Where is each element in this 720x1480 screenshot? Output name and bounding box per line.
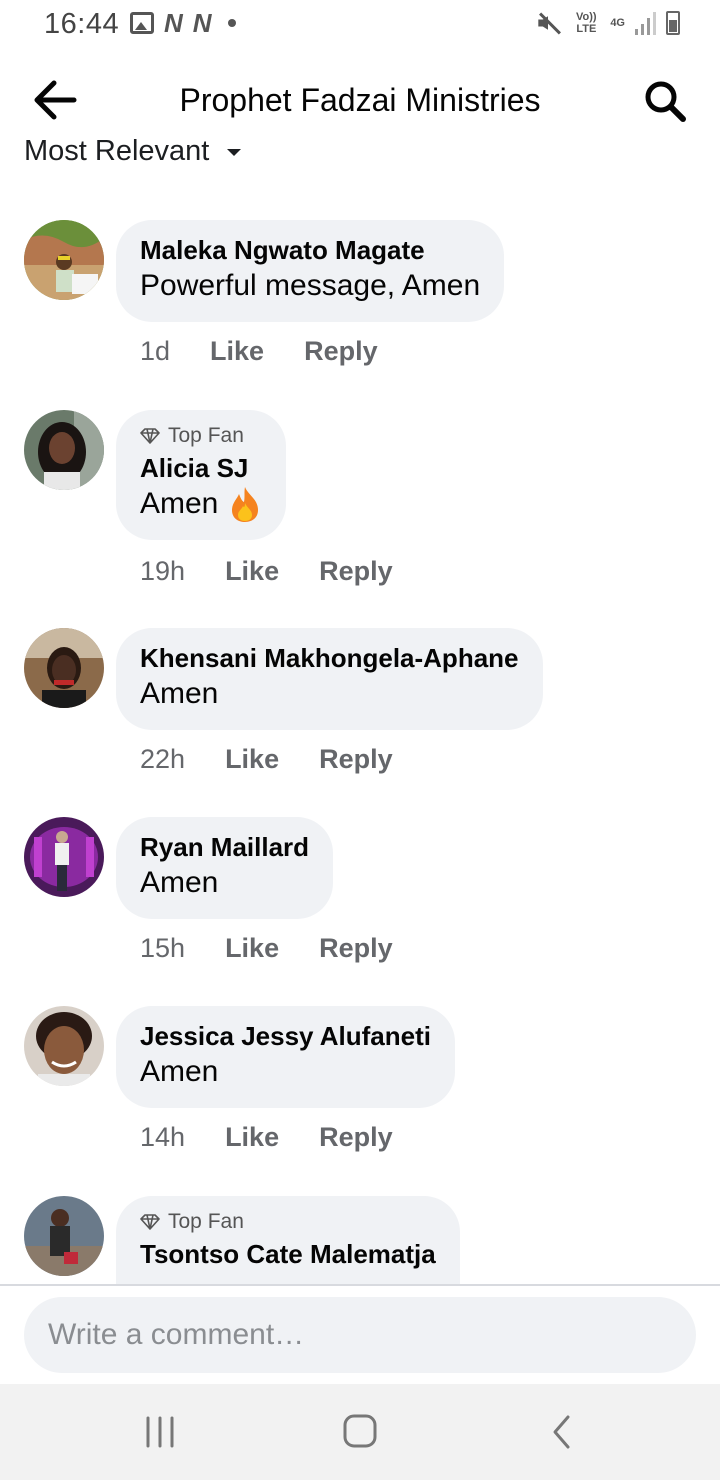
- avatar[interactable]: [24, 220, 104, 300]
- back-icon: [553, 1415, 570, 1449]
- battery-icon: [666, 11, 680, 35]
- top-fan-badge: Top Fan: [140, 424, 262, 448]
- volte-icon: Vo)) LTE: [576, 11, 597, 35]
- comment-author[interactable]: Jessica Jessy Alufaneti: [140, 1020, 431, 1052]
- top-fan-label: Top Fan: [168, 424, 244, 447]
- comment-bubble[interactable]: Ryan Maillard Amen: [116, 817, 334, 919]
- status-system-icons: Vo)) LTE 4G: [536, 10, 680, 36]
- like-button[interactable]: Like: [225, 744, 279, 775]
- like-button[interactable]: Like: [225, 933, 279, 964]
- avatar[interactable]: [24, 410, 104, 490]
- comment-text-content: Amen: [140, 866, 219, 899]
- top-fan-badge: Top Fan: [140, 1210, 436, 1234]
- avatar[interactable]: [24, 628, 104, 708]
- search-icon: [645, 81, 686, 122]
- dot-icon: [227, 19, 236, 27]
- comment-time[interactable]: 14h: [140, 1122, 185, 1153]
- recent-apps-button[interactable]: [138, 1412, 182, 1452]
- comment-text: Amen: [140, 863, 309, 903]
- avatar[interactable]: [24, 1196, 104, 1276]
- fire-icon: [232, 487, 259, 522]
- comment-actions: 14h Like Reply: [140, 1122, 393, 1153]
- comment-actions: 22h Like Reply: [140, 744, 393, 775]
- comment-time[interactable]: 22h: [140, 744, 185, 775]
- header: Prophet Fadzai Ministries: [0, 60, 720, 140]
- comment-text: Amen: [140, 1052, 431, 1092]
- n-icon: N: [164, 8, 183, 38]
- comments-list[interactable]: Maleka Ngwato Magate Powerful message, A…: [0, 200, 720, 1284]
- mute-icon: [536, 10, 562, 36]
- diamond-icon: [140, 428, 160, 444]
- avatar[interactable]: [24, 817, 104, 897]
- image-icon: [130, 12, 154, 34]
- comment-bubble[interactable]: Jessica Jessy Alufaneti Amen: [116, 1006, 455, 1108]
- comment-text-content: Amen: [140, 1055, 219, 1088]
- reply-button[interactable]: Reply: [319, 744, 393, 775]
- top-fan-label: Top Fan: [168, 1210, 244, 1233]
- comment-text: Powerful message, Amen: [140, 266, 480, 306]
- home-button[interactable]: [338, 1412, 382, 1452]
- comment-input[interactable]: Write a comment…: [24, 1297, 696, 1373]
- comment-time[interactable]: 15h: [140, 933, 185, 964]
- comment-actions: 15h Like Reply: [140, 933, 393, 964]
- comment-bubble[interactable]: Top Fan Alicia SJ Amen: [116, 410, 287, 540]
- comment-text-content: Powerful message, Amen: [140, 269, 481, 302]
- composer-divider: [0, 1284, 720, 1286]
- comment-bubble[interactable]: Khensani Makhongela-Aphane Amen: [116, 628, 543, 730]
- status-time: 16:44: [44, 8, 120, 40]
- sort-dropdown[interactable]: Most Relevant: [24, 136, 242, 166]
- like-button[interactable]: Like: [210, 336, 264, 367]
- comment-author[interactable]: Khensani Makhongela-Aphane: [140, 642, 519, 674]
- comment-bubble[interactable]: Maleka Ngwato Magate Powerful message, A…: [116, 220, 505, 322]
- reply-button[interactable]: Reply: [319, 933, 393, 964]
- comment-actions: 1d Like Reply: [140, 336, 378, 367]
- diamond-icon: [140, 1214, 160, 1230]
- recent-apps-icon: [146, 1416, 174, 1448]
- signal-icon: [635, 11, 656, 35]
- home-icon: [343, 1414, 377, 1448]
- comment-actions: 19h Like Reply: [140, 556, 393, 587]
- system-nav-bar: [0, 1384, 720, 1480]
- comment-time[interactable]: 19h: [140, 556, 185, 587]
- comment-author[interactable]: Maleka Ngwato Magate: [140, 234, 480, 266]
- comment-author[interactable]: Alicia SJ: [140, 452, 262, 484]
- reply-button[interactable]: Reply: [319, 1122, 393, 1153]
- comment-text-content: Amen: [140, 487, 219, 520]
- comment-time[interactable]: 1d: [140, 336, 170, 367]
- comment-text-content: Amen: [140, 677, 219, 710]
- comment-text: Amen: [140, 674, 519, 714]
- status-notification-icons: N N: [130, 10, 236, 36]
- sort-label: Most Relevant: [24, 136, 210, 166]
- status-bar: 16:44 N N Vo)) LTE 4G: [0, 0, 720, 50]
- caret-down-icon: [227, 149, 242, 156]
- avatar[interactable]: [24, 1006, 104, 1086]
- like-button[interactable]: Like: [225, 1122, 279, 1153]
- comment-text: Amen: [140, 484, 262, 524]
- reply-button[interactable]: Reply: [319, 556, 393, 587]
- like-button[interactable]: Like: [225, 556, 279, 587]
- comment-author[interactable]: Ryan Maillard: [140, 831, 309, 863]
- network-4g-icon: 4G: [610, 17, 625, 29]
- search-button[interactable]: [642, 78, 688, 124]
- nav-back-button[interactable]: [540, 1412, 584, 1452]
- comment-author[interactable]: Tsontso Cate Malematja: [140, 1238, 436, 1270]
- n-icon: N: [192, 8, 212, 38]
- page-title: Prophet Fadzai Ministries: [179, 82, 541, 118]
- comment-bubble[interactable]: Top Fan Tsontso Cate Malematja: [116, 1196, 460, 1284]
- reply-button[interactable]: Reply: [304, 336, 378, 367]
